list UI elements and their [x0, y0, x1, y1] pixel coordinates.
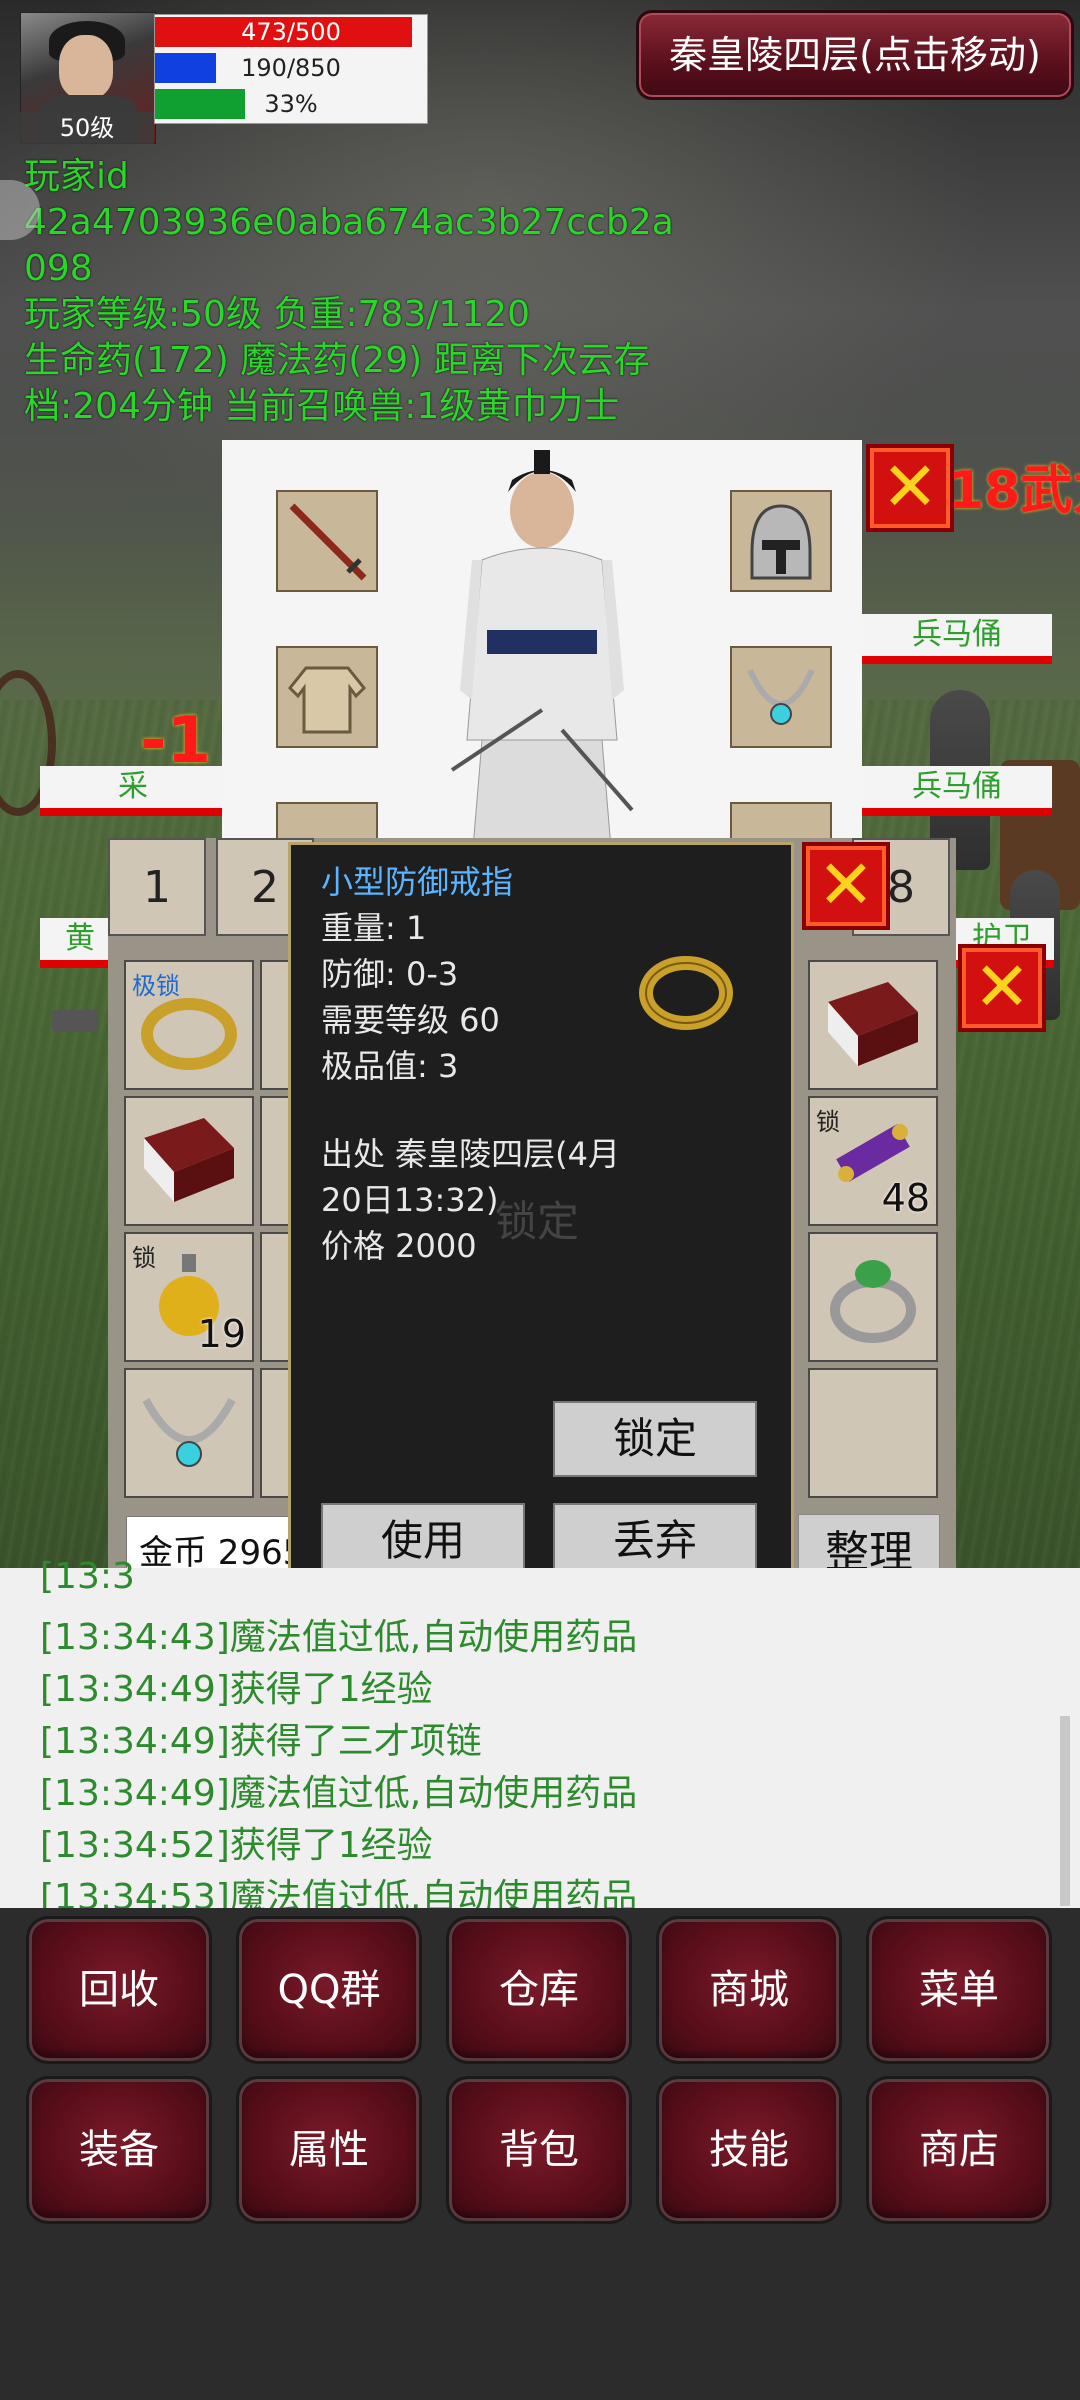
item-count: 19 [197, 1312, 246, 1356]
log-line: [13:34:49]魔法值过低,自动使用药品 [40, 1773, 638, 1814]
attributes-button[interactable]: 属性 [236, 2076, 422, 2224]
item-source-cont: 20日13:32) [321, 1181, 499, 1219]
equipment-panel [222, 440, 862, 904]
book-icon [144, 1118, 234, 1202]
skills-button[interactable]: 技能 [656, 2076, 842, 2224]
equip-slot-weapon[interactable] [276, 490, 378, 592]
player-level-weight: 玩家等级:50级 负重:783/1120 [24, 294, 530, 335]
bag-slot-book[interactable] [808, 960, 938, 1090]
item-name: 小型防御戒指 [321, 863, 514, 901]
enemy-nameplate[interactable]: 兵马俑 [862, 614, 1052, 664]
hammer-icon [52, 1010, 98, 1032]
log-line: [13:3 [40, 1556, 135, 1597]
item-source: 出处 秦皇陵四层(4月 [321, 1135, 621, 1173]
equip-slot-armor[interactable] [276, 646, 378, 748]
bag-tab-1[interactable]: 1 [108, 838, 206, 936]
item-defense: 防御: 0-3 [321, 955, 459, 993]
exp-bar: 33% [155, 87, 427, 121]
mall-button[interactable]: 商城 [656, 1916, 842, 2064]
item-quality: 极品值: 3 [321, 1047, 459, 1085]
close-x-glyph: ✕ [817, 846, 875, 925]
bag-slot-empty[interactable] [808, 1368, 938, 1498]
warehouse-button[interactable]: 仓库 [446, 1916, 632, 2064]
player-id-value: 42a4703936e0aba674ac3b27ccb2a [24, 202, 674, 243]
hero-figure [450, 450, 634, 860]
lock-ghost-text: 锁定 [495, 1197, 580, 1246]
player-id-value-cont: 098 [24, 248, 93, 289]
log-line: [13:34:52]获得了1经验 [40, 1825, 433, 1866]
item-tooltip: 小型防御戒指 重量: 1 防御: 0-3 需要等级 60 极品值: 3 出处 秦… [288, 842, 794, 1604]
item-price: 价格 2000 [321, 1227, 477, 1265]
exp-bar-text: 33% [264, 90, 318, 118]
cloud-save-summon-line: 档:204分钟 当前召唤兽:1级黄巾力士 [24, 386, 620, 427]
bag-slot-potion[interactable]: 锁 19 [124, 1232, 254, 1362]
robe-icon [287, 666, 367, 734]
shop-button[interactable]: 商店 [866, 2076, 1052, 2224]
lock-label: 锁 [132, 1244, 156, 1272]
mp-bar: 190/850 [155, 51, 427, 85]
equip-slot-helmet[interactable] [730, 490, 832, 592]
ring-icon [639, 956, 733, 1030]
damage-number: -1 [140, 704, 212, 778]
necklace-icon [142, 1398, 236, 1467]
mp-bar-text: 190/850 [241, 54, 341, 82]
bag-slot-ring[interactable]: 极锁 [124, 960, 254, 1090]
enemy-nameplate[interactable]: 兵马俑 [862, 766, 1052, 816]
close-x-glyph: ✕ [973, 948, 1031, 1027]
qq-group-button[interactable]: QQ群 [236, 1916, 422, 2064]
bag-slot-scroll[interactable]: 锁 48 [808, 1096, 938, 1226]
bag-slot-book[interactable] [124, 1096, 254, 1226]
close-x-icon[interactable]: ✕ [866, 444, 954, 532]
hp-bar: 473/500 [155, 15, 427, 49]
book-icon [828, 982, 918, 1066]
player-stat-bars: 473/500 190/850 33% [154, 14, 428, 124]
menu-button[interactable]: 菜单 [866, 1916, 1052, 2064]
log-scrollbar[interactable] [1060, 1716, 1070, 1906]
player-info-text: 玩家id 42a4703936e0aba674ac3b27ccb2a 098 玩… [24, 154, 704, 430]
player-level-badge: 50级 [20, 112, 154, 144]
lock-label: 锁 [816, 1108, 840, 1136]
recycle-button[interactable]: 回收 [26, 1916, 212, 2064]
item-required-level: 需要等级 60 [321, 1001, 500, 1039]
item-count: 48 [881, 1176, 930, 1220]
avatar-face [59, 35, 113, 99]
bag-slot-necklace[interactable] [124, 1368, 254, 1498]
item-weight: 重量: 1 [321, 909, 427, 947]
close-x-icon[interactable]: ✕ [958, 944, 1046, 1032]
jade-ring-icon [830, 1260, 916, 1343]
lock-label: 极锁 [132, 972, 180, 1000]
bag-slot-jade-ring[interactable] [808, 1232, 938, 1362]
log-line: [13:34:49]获得了1经验 [40, 1669, 433, 1710]
log-line: [13:34:43]魔法值过低,自动使用药品 [40, 1617, 638, 1658]
equipment-button[interactable]: 装备 [26, 2076, 212, 2224]
hp-bar-text: 473/500 [241, 18, 341, 46]
player-id-label: 玩家id [24, 156, 129, 197]
message-log[interactable]: [13:3 [13:34:43]魔法值过低,自动使用药品 [13:34:49]获… [0, 1556, 1080, 1918]
close-x-glyph: ✕ [881, 448, 939, 527]
equip-slot-necklace[interactable] [730, 646, 832, 748]
close-x-icon[interactable]: ✕ [802, 842, 890, 930]
sword-icon [289, 503, 367, 581]
floating-title-text: 18武力 [948, 461, 1080, 521]
backpack-button[interactable]: 背包 [446, 2076, 632, 2224]
necklace-icon [747, 668, 815, 725]
helmet-icon [750, 504, 812, 580]
potion-cloud-save-line: 生命药(172) 魔法药(29) 距离下次云存 [24, 340, 650, 381]
map-move-button[interactable]: 秦皇陵四层(点击移动) [636, 10, 1074, 100]
lock-button[interactable]: 锁定 [553, 1401, 757, 1477]
log-line: [13:34:49]获得了三才项链 [40, 1721, 482, 1762]
